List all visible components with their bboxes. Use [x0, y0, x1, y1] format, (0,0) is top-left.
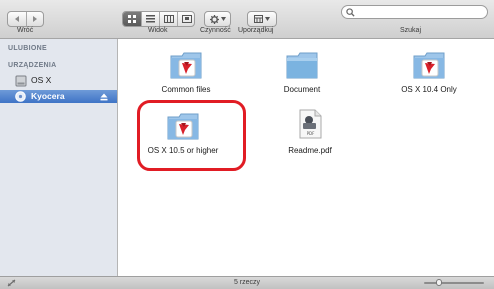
folder-icon	[286, 52, 318, 79]
column-view-button[interactable]	[160, 12, 177, 26]
icon-size-slider[interactable]	[424, 279, 484, 286]
arrange-button[interactable]	[247, 11, 277, 27]
view-label: Widok	[148, 27, 168, 34]
arrange-button-content	[248, 12, 276, 26]
search-icon	[346, 8, 355, 17]
disk-icon	[15, 91, 26, 102]
arrange-label: Uporządkuj	[238, 27, 274, 34]
back-button[interactable]	[8, 12, 26, 26]
file-label: Common files	[161, 85, 211, 94]
forward-button[interactable]	[27, 12, 43, 26]
file-item[interactable]: PDF Readme.pdf	[255, 104, 365, 160]
coverflow-view-icon	[181, 15, 192, 23]
file-item[interactable]: Common files	[131, 42, 241, 98]
kyocera-folder-icon	[413, 52, 445, 79]
favorites-header: ULUBIONE	[8, 45, 47, 52]
sidebar-item-label: OS X	[31, 75, 52, 85]
finder-window: Wróć Widok Czynność Uporządkuj Szukaj UL…	[0, 0, 494, 289]
icon-view-button[interactable]	[123, 12, 141, 26]
back-forward-control	[7, 11, 44, 27]
chevron-down-icon	[265, 17, 270, 21]
sidebar: ULUBIONE URZĄDZENIA OS X Kyocera	[0, 39, 118, 276]
search-field[interactable]	[341, 5, 488, 19]
action-button[interactable]	[204, 11, 231, 27]
icon-view-icon	[127, 15, 136, 23]
chevron-left-icon	[15, 16, 19, 22]
sidebar-item-kyocera[interactable]: Kyocera	[0, 90, 117, 103]
view-switcher	[122, 11, 195, 27]
toolbar: Wróć Widok Czynność Uporządkuj Szukaj	[0, 0, 494, 39]
file-item[interactable]: OS X 10.4 Only	[374, 42, 484, 98]
list-view-button[interactable]	[142, 12, 159, 26]
devices-header: URZĄDZENIA	[8, 62, 57, 69]
status-bar: 5 rzeczy	[0, 276, 494, 289]
back-label: Wróć	[17, 27, 34, 34]
svg-text:PDF: PDF	[307, 131, 315, 136]
chevron-right-icon	[33, 16, 37, 22]
search-label: Szukaj	[400, 27, 422, 34]
item-count: 5 rzeczy	[233, 279, 261, 286]
column-view-icon	[163, 15, 174, 23]
kyocera-folder-icon	[170, 52, 202, 79]
hard-drive-icon	[15, 75, 27, 87]
coverflow-view-button[interactable]	[178, 12, 195, 26]
action-button-content	[205, 12, 230, 26]
file-label: OS X 10.4 Only	[401, 85, 457, 94]
eject-icon[interactable]	[100, 93, 108, 101]
highlight-annotation	[137, 100, 246, 171]
sidebar-item-label: Kyocera	[31, 91, 65, 101]
file-label: Document	[283, 85, 321, 94]
gear-icon	[209, 14, 219, 24]
chevron-down-icon	[220, 17, 226, 21]
sidebar-item-os-x[interactable]: OS X	[0, 74, 117, 87]
action-label: Czynność	[200, 27, 231, 34]
slider-knob[interactable]	[436, 279, 442, 286]
list-view-icon	[146, 15, 155, 23]
file-label: Readme.pdf	[288, 146, 332, 155]
file-item[interactable]: Document	[247, 42, 357, 98]
arrange-grid-icon	[254, 15, 263, 23]
pdf-document-icon: PDF	[299, 109, 322, 139]
